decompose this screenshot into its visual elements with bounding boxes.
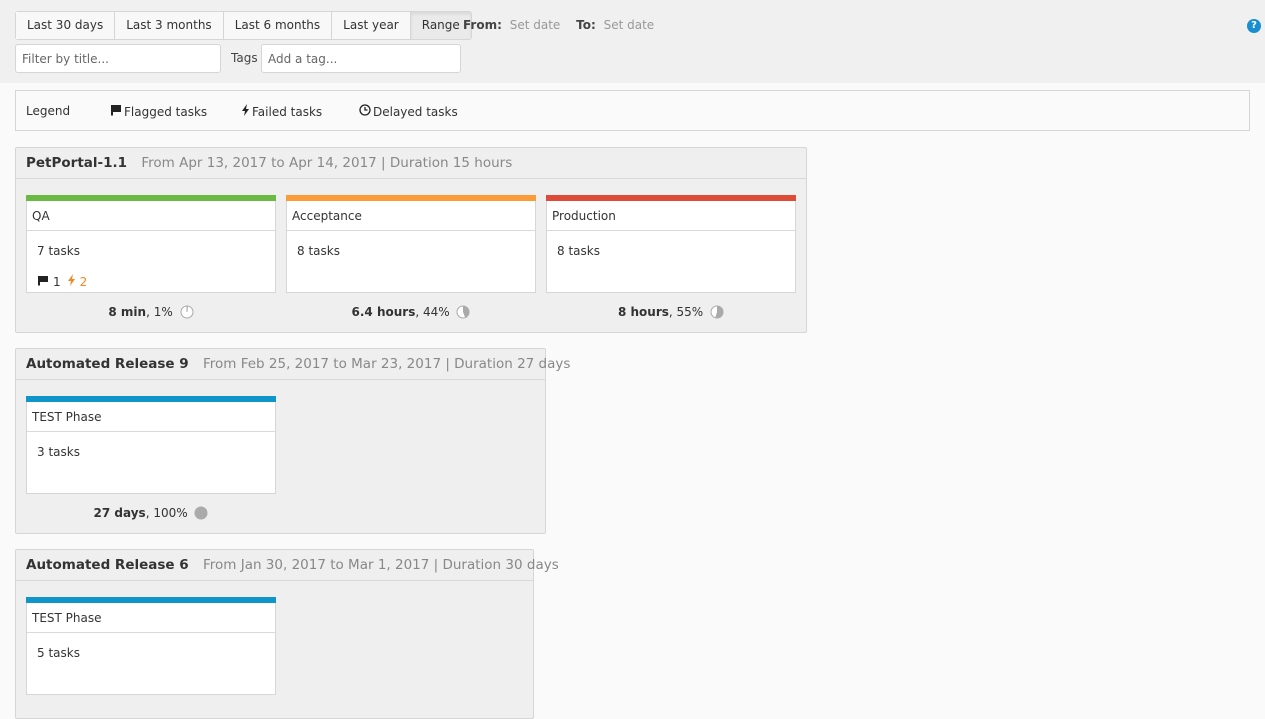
to-date-picker[interactable]: Set date (604, 18, 655, 32)
release-name[interactable]: PetPortal-1.1 (26, 155, 127, 171)
range-button[interactable]: Range (411, 12, 471, 39)
phase-duration-value: 8 hours (618, 305, 669, 319)
phase-percent: 55% (677, 305, 704, 319)
phase-title: Production (547, 201, 795, 231)
from-label: From: (463, 18, 502, 32)
last-year-button[interactable]: Last year (332, 12, 411, 39)
legend-bar: Legend Flagged tasks Failed tasks Delaye… (15, 90, 1250, 131)
release-panel: Automated Release 6 From Jan 30, 2017 to… (15, 549, 534, 719)
release-name[interactable]: Automated Release 6 (26, 557, 189, 573)
phase-task-count: 7 tasks (27, 231, 275, 258)
phase-task-count: 8 tasks (547, 231, 795, 258)
phase-duration: 8 min, 1% (26, 305, 276, 319)
release-dates: From Apr 13, 2017 to Apr 14, 2017 | Dura… (141, 155, 512, 171)
phase-card[interactable]: Acceptance 8 tasks 6.4 hours, 44% (286, 195, 536, 319)
legend-label: Failed tasks (252, 105, 322, 119)
legend-item-delayed: Delayed tasks (359, 104, 458, 119)
phase-task-count: 3 tasks (27, 432, 275, 459)
phase-duration-value: 27 days (94, 506, 146, 520)
release-name[interactable]: Automated Release 9 (26, 356, 189, 372)
release-dates: From Feb 25, 2017 to Mar 23, 2017 | Dura… (203, 356, 570, 372)
flagged-count: 1 (53, 275, 61, 289)
flag-icon (110, 104, 122, 119)
legend-item-failed: Failed tasks (241, 104, 322, 119)
phase-task-count: 5 tasks (27, 633, 275, 660)
release-dates: From Jan 30, 2017 to Mar 1, 2017 | Durat… (203, 557, 559, 573)
progress-pie-icon (710, 305, 724, 319)
phase-task-count: 8 tasks (287, 231, 535, 258)
phase-card[interactable]: TEST Phase 3 tasks 27 days, 100% (26, 396, 276, 520)
failed-count: 2 (80, 275, 88, 289)
clock-icon (359, 104, 371, 119)
phase-title: Acceptance (287, 201, 535, 231)
phase-title: TEST Phase (27, 603, 275, 633)
flag-icon (37, 275, 49, 289)
help-icon[interactable]: ? (1247, 19, 1261, 33)
legend-item-flagged: Flagged tasks (110, 104, 207, 119)
phase-title: TEST Phase (27, 402, 275, 432)
phase-duration: 27 days, 100% (26, 506, 276, 520)
last-3-months-button[interactable]: Last 3 months (115, 12, 223, 39)
phase-card[interactable]: QA 7 tasks 1 2 8 min, 1% (26, 195, 276, 319)
date-range-button-group: Last 30 days Last 3 months Last 6 months… (15, 11, 472, 40)
from-date-picker[interactable]: Set date (510, 18, 561, 32)
legend-label: Delayed tasks (373, 105, 458, 119)
phase-duration-value: 8 min (108, 305, 146, 319)
progress-pie-icon (180, 305, 194, 319)
release-panel: Automated Release 9 From Feb 25, 2017 to… (15, 348, 546, 534)
legend-title: Legend (26, 104, 70, 118)
release-panel: PetPortal-1.1 From Apr 13, 2017 to Apr 1… (15, 147, 807, 333)
release-header: Automated Release 6 From Jan 30, 2017 to… (16, 550, 533, 581)
phase-percent: 1% (154, 305, 173, 319)
filter-by-title-input[interactable] (15, 44, 221, 73)
bolt-icon (67, 274, 76, 289)
phase-duration-value: 6.4 hours (352, 305, 416, 319)
phase-percent: 44% (423, 305, 450, 319)
date-range-selector: From: Set date To: Set date (463, 18, 666, 32)
phase-title: QA (27, 201, 275, 231)
progress-pie-icon (194, 506, 208, 520)
last-6-months-button[interactable]: Last 6 months (224, 12, 332, 39)
release-header: PetPortal-1.1 From Apr 13, 2017 to Apr 1… (16, 148, 806, 179)
add-tag-input[interactable] (261, 44, 461, 73)
last-30-days-button[interactable]: Last 30 days (16, 12, 115, 39)
filter-toolbar: Last 30 days Last 3 months Last 6 months… (0, 0, 1265, 83)
phase-percent: 100% (153, 506, 187, 520)
bolt-icon (241, 104, 250, 119)
phase-duration: 6.4 hours, 44% (286, 305, 536, 319)
legend-label: Flagged tasks (124, 105, 207, 119)
release-header: Automated Release 9 From Feb 25, 2017 to… (16, 349, 545, 380)
phase-card[interactable]: TEST Phase 5 tasks (26, 597, 276, 695)
tags-label: Tags (231, 51, 258, 65)
phase-card[interactable]: Production 8 tasks 8 hours, 55% (546, 195, 796, 319)
phase-duration: 8 hours, 55% (546, 305, 796, 319)
to-label: To: (576, 18, 596, 32)
phase-task-indicators: 1 2 (37, 274, 87, 289)
progress-pie-icon (456, 305, 470, 319)
